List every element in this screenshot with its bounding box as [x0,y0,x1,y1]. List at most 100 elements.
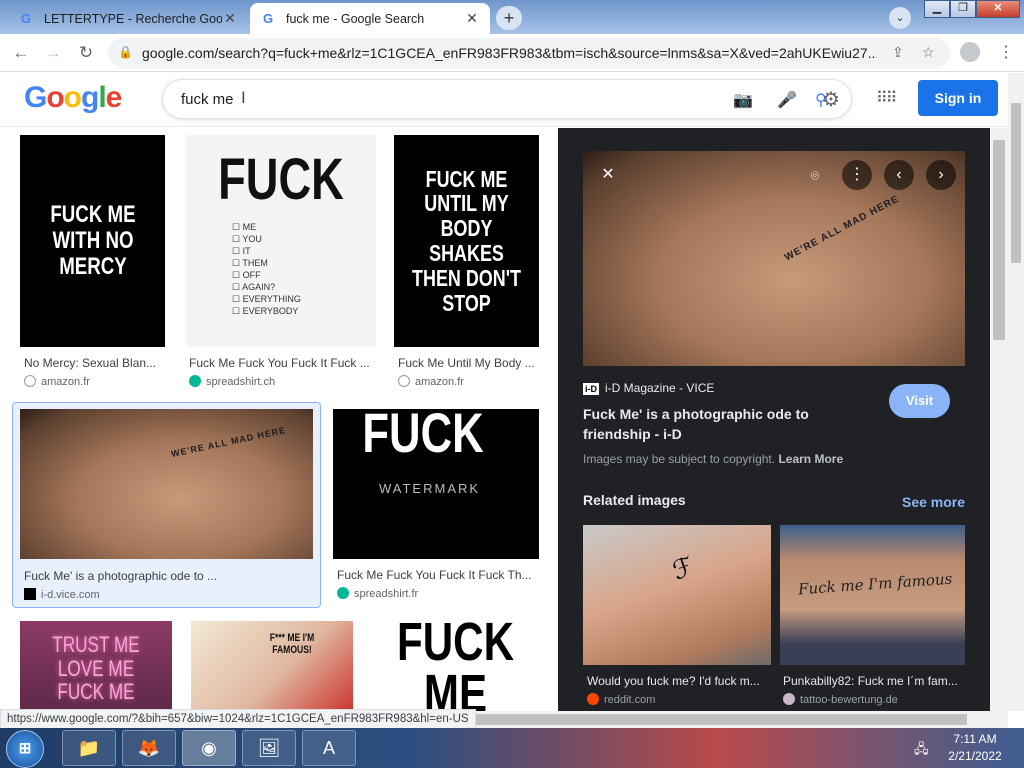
result-title[interactable]: Fuck Me Fuck You Fuck It Fuck ... [189,356,374,370]
settings-gear-icon[interactable]: ⚙ [822,87,840,112]
lock-icon: 🔒 [118,45,133,59]
photo-viewer-icon[interactable]: 🖼 [242,730,296,766]
tattoo-text: WE'RE ALL MAD HERE [782,193,902,264]
scrollbar-thumb[interactable] [1011,103,1021,263]
amazon-icon [398,375,410,387]
result-title[interactable]: No Mercy: Sexual Blan... [24,356,164,370]
file-explorer-icon[interactable]: 📁 [62,730,116,766]
window-close-icon[interactable]: ✕ [976,0,1020,18]
close-tab-icon[interactable]: ✕ [222,10,238,27]
lens-icon[interactable]: ⌾ [800,160,830,190]
back-icon[interactable]: ← [10,42,32,64]
forward-icon[interactable]: → [42,42,64,64]
result-source-text: amazon.fr [415,376,464,388]
tab-lettertype[interactable]: G LETTERTYPE - Recherche Google ✕ [8,3,248,34]
panel-source[interactable]: i-D i-D Magazine - VICE [583,381,714,395]
panel-source-name: i-D Magazine - VICE [605,381,715,395]
close-panel-icon[interactable]: ✕ [593,160,623,190]
reload-icon[interactable]: ↻ [75,42,97,64]
poster-text: FUCK [218,147,344,212]
chrome-icon[interactable]: ◉ [182,730,236,766]
amazon-icon [24,375,36,387]
result-card[interactable]: FUCK ME [372,621,539,711]
result-title[interactable]: Fuck Me Until My Body ... [398,356,538,370]
previous-icon[interactable]: ‹ [884,160,914,190]
checklist-item: ☐ YOU [232,234,262,244]
more-options-icon[interactable]: ⋮ [842,160,872,190]
profile-avatar-icon[interactable] [960,42,980,62]
spreadshirt-icon [189,375,201,387]
result-card[interactable]: FUCK WATERMARK Fuck Me Fuck You Fuck It … [333,409,539,609]
result-thumbnail[interactable]: TRUST ME LOVE ME FUCK ME [20,621,172,711]
scrollbar-thumb[interactable] [993,140,1005,340]
result-thumbnail[interactable]: FUCK ME [372,621,539,711]
image-results: FUCK ME WITH NO MERCY No Mercy: Sexual B… [0,128,558,711]
search-box[interactable]: fuck me I 📷 🎤 ⚲ [162,79,852,119]
result-source: i-d.vice.com [24,588,100,601]
network-icon[interactable]: 🖧 [914,740,929,762]
result-card[interactable]: FUCK ME UNTIL MY BODY SHAKES THEN DON'T … [394,135,539,390]
tab-title: fuck me - Google Search [286,11,425,26]
result-card[interactable]: FUCK ☐ ME ☐ YOU ☐ IT ☐ THEM ☐ OFF ☐ AGAI… [186,135,376,390]
result-source: spreadshirt.ch [189,375,275,388]
result-thumbnail[interactable]: FUCK ME WITH NO MERCY [20,135,165,347]
page-scrollbar[interactable] [1008,73,1024,711]
panel-title[interactable]: Fuck Me' is a photographic ode to friend… [583,404,863,444]
new-tab-icon[interactable]: + [496,6,522,30]
firefox-icon[interactable]: 🦊 [122,730,176,766]
result-card[interactable]: FUCK ME WITH NO MERCY No Mercy: Sexual B… [20,135,165,390]
result-thumbnail[interactable]: F*** ME I'M FAMOUS! [191,621,353,711]
clock-date: 2/21/2022 [948,749,1002,763]
tab-search-menu-icon[interactable]: ⌄ [889,7,911,29]
url-text[interactable]: google.com/search?q=fuck+me&rlz=1C1GCEA_… [142,45,877,61]
related-image[interactable]: Fuck me I'm famous [780,525,965,665]
learn-more-link[interactable]: Learn More [778,452,843,466]
browser-menu-icon[interactable]: ⋮ [998,42,1014,62]
result-thumbnail[interactable]: FUCK ME UNTIL MY BODY SHAKES THEN DON'T … [394,135,539,347]
google-header: Google fuck me I 📷 🎤 ⚲ ⚙ ⠿⠿ Sign in [0,73,1008,127]
minimize-icon[interactable]: ▁ [924,0,950,18]
google-logo[interactable]: Google [24,81,122,115]
result-title[interactable]: Fuck Me' is a photographic ode to ... [24,569,304,583]
search-input[interactable]: fuck me [181,91,234,108]
checklist-item: ☐ ME [232,222,257,232]
result-card-selected[interactable]: WE'RE ALL MAD HERE Fuck Me' is a photogr… [12,402,321,608]
result-card[interactable]: F*** ME I'M FAMOUS! [191,621,353,711]
next-icon[interactable]: › [926,160,956,190]
result-thumbnail[interactable]: FUCK ☐ ME ☐ YOU ☐ IT ☐ THEM ☐ OFF ☐ AGAI… [186,135,376,347]
start-button[interactable]: ⊞ [6,730,44,768]
related-title[interactable]: Punkabilly82: Fuck me I´m fam... [783,674,965,688]
copyright-notice: Images may be subject to copyright. Lear… [583,452,843,466]
result-thumbnail[interactable]: FUCK WATERMARK [333,409,539,559]
share-icon[interactable]: ⇪ [892,44,904,61]
result-card[interactable]: TRUST ME LOVE ME FUCK ME [20,621,172,711]
camera-search-icon[interactable]: 📷 [733,90,753,110]
google-apps-icon[interactable]: ⠿⠿ [876,88,897,108]
result-title[interactable]: Fuck Me Fuck You Fuck It Fuck Th... [337,568,537,582]
panel-scrollbar[interactable] [990,128,1008,711]
result-source-text: i-d.vice.com [41,589,100,601]
see-more-link[interactable]: See more [902,494,965,510]
font-viewer-icon[interactable]: A [302,730,356,766]
related-image[interactable]: ℱ [583,525,771,665]
microphone-icon[interactable]: 🎤 [777,90,797,110]
close-tab-icon[interactable]: ✕ [464,10,480,27]
address-bar[interactable]: 🔒 google.com/search?q=fuck+me&rlz=1C1GCE… [108,38,950,68]
maximize-icon[interactable]: ❐ [950,0,976,18]
visit-button[interactable]: Visit [889,384,950,418]
checklist-item: ☐ AGAIN? [232,282,276,292]
clock[interactable]: 7:11 AM 2/21/2022 [930,731,1020,765]
related-title[interactable]: Would you fuck me? I'd fuck m... [587,674,769,688]
result-source: spreadshirt.fr [337,587,418,600]
checklist-item: ☐ OFF [232,270,261,280]
tattoo-text: WE'RE ALL MAD HERE [170,424,287,460]
tab-search[interactable]: G fuck me - Google Search ✕ [250,3,490,34]
result-source-text: amazon.fr [41,376,90,388]
text-cursor-icon: I [241,88,246,107]
preview-panel: WE'RE ALL MAD HERE ✕ ⌾ ⋮ ‹ › i-D i-D Maga… [558,128,990,711]
id-icon [24,588,36,600]
result-source-text: spreadshirt.fr [354,588,419,600]
bookmark-star-icon[interactable]: ☆ [922,44,935,61]
sign-in-button[interactable]: Sign in [918,80,998,116]
result-thumbnail[interactable]: WE'RE ALL MAD HERE [20,409,313,559]
